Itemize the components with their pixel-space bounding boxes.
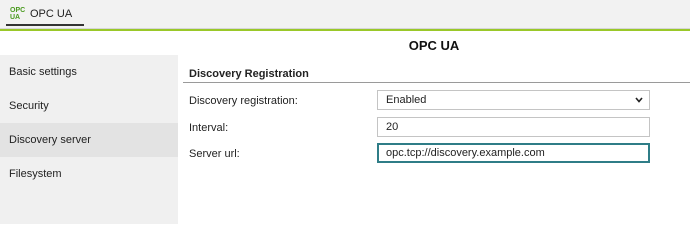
- sidebar-item-security[interactable]: Security: [0, 89, 178, 123]
- tab-label: OPC UA: [30, 7, 73, 20]
- logo-line-2: UA: [10, 13, 21, 21]
- sidebar-item-discovery-server[interactable]: Discovery server: [0, 123, 178, 157]
- interval-value: 20: [386, 121, 399, 133]
- sidebar: Basic settings Security Discovery server…: [0, 55, 178, 224]
- interval-label: Interval:: [189, 122, 229, 134]
- server-url-input[interactable]: opc.tcp://discovery.example.com: [377, 143, 650, 163]
- sidebar-item-label: Basic settings: [9, 66, 77, 78]
- section-divider: [183, 82, 690, 83]
- opc-ua-logo-icon: OPC UA: [10, 6, 25, 22]
- chevron-down-icon: [635, 97, 643, 103]
- server-url-label: Server url:: [189, 148, 240, 160]
- discovery-registration-select[interactable]: Enabled: [377, 90, 650, 110]
- tab-bar: OPC UA OPC UA: [0, 0, 690, 29]
- page-title: OPC UA: [408, 38, 460, 53]
- server-url-value: opc.tcp://discovery.example.com: [386, 147, 545, 159]
- interval-input[interactable]: 20: [377, 117, 650, 137]
- discovery-registration-label: Discovery registration:: [189, 95, 298, 107]
- section-title: Discovery Registration: [189, 68, 309, 80]
- accent-divider: [0, 29, 690, 31]
- discovery-registration-value: Enabled: [386, 94, 427, 106]
- sidebar-item-label: Discovery server: [9, 134, 91, 146]
- tab-opc-ua[interactable]: OPC UA OPC UA: [6, 3, 84, 26]
- logo-line-1: OPC: [10, 6, 26, 14]
- sidebar-item-label: Filesystem: [9, 168, 62, 180]
- sidebar-item-filesystem[interactable]: Filesystem: [0, 157, 178, 191]
- sidebar-item-label: Security: [9, 100, 49, 112]
- sidebar-item-basic-settings[interactable]: Basic settings: [0, 55, 178, 89]
